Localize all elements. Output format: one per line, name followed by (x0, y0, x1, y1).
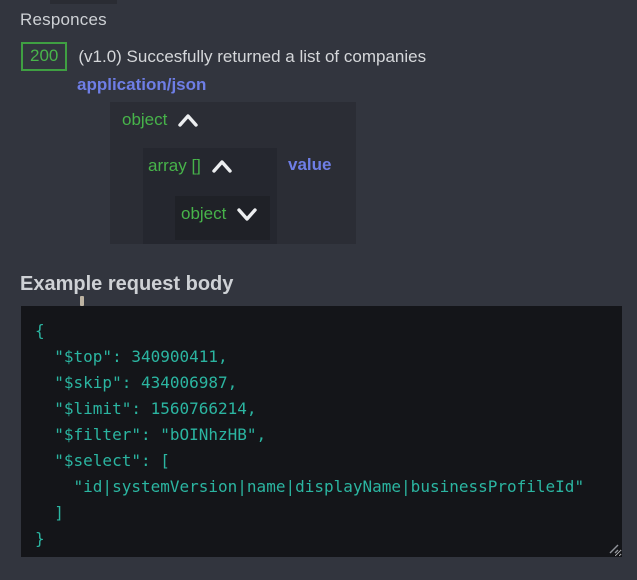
request-body-editor-wrap: { "$top": 340900411, "$skip": 434006987,… (21, 306, 622, 557)
content-type-link[interactable]: application/json (77, 75, 206, 95)
schema-root-node: object (110, 102, 356, 130)
schema-tree-root-box: object value array [] object (110, 102, 356, 244)
schema-array-node: array [] (143, 148, 277, 176)
schema-array-box: array [] object (143, 148, 277, 244)
status-code-badge: 200 (21, 42, 67, 71)
schema-value-label: value (288, 155, 331, 175)
schema-root-type-label: object (122, 110, 167, 130)
api-docs-panel: Responces 200 (v1.0) Succesfully returne… (0, 0, 637, 580)
response-status-row: 200 (v1.0) Succesfully returned a list o… (21, 42, 426, 71)
schema-item-type-label: object (181, 204, 226, 224)
example-request-heading: Example request body (20, 273, 233, 296)
schema-item-node: object (175, 196, 270, 224)
text-cursor (80, 296, 84, 306)
schema-array-type-label: array [] (148, 156, 201, 176)
request-body-textarea[interactable]: { "$top": 340900411, "$skip": 434006987,… (21, 306, 622, 557)
chevron-up-icon[interactable] (210, 159, 234, 174)
chevron-up-icon[interactable] (176, 113, 200, 128)
response-description: (v1.0) Succesfully returned a list of co… (78, 47, 426, 67)
schema-item-box: object (175, 196, 270, 240)
responses-heading: Responces (20, 10, 107, 30)
cutoff-element-top (50, 0, 117, 4)
chevron-down-icon[interactable] (235, 207, 259, 222)
